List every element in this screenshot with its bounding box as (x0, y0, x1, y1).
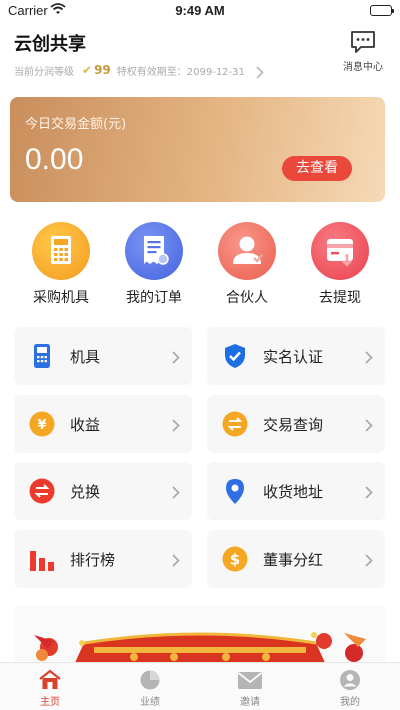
withdraw-icon (311, 222, 369, 280)
bar-chart-icon (28, 545, 56, 573)
quick-action-partner[interactable]: 合伙人 (202, 222, 292, 307)
chevron-right-icon (172, 417, 180, 436)
dollar-coin-icon: $ (221, 545, 249, 573)
tier-level: 99 (94, 63, 111, 77)
chat-bubble-icon (338, 30, 388, 54)
quick-action-label: 我的订单 (126, 290, 182, 306)
menu-label: 排行榜 (70, 551, 116, 569)
quick-action-withdraw[interactable]: 去提现 (295, 222, 385, 307)
chevron-right-icon (172, 484, 180, 503)
view-details-button[interactable]: 去查看 (282, 156, 352, 181)
yen-coin-icon: ¥ (28, 410, 56, 438)
menu-label: 机具 (70, 348, 101, 366)
menu-transaction-query[interactable]: 交易查询 (207, 395, 385, 453)
quick-action-my-orders[interactable]: 我的订单 (109, 222, 199, 307)
quick-action-purchase-terminal[interactable]: 采购机具 (16, 222, 106, 307)
menu-label: 收益 (70, 416, 101, 434)
tab-invite[interactable]: 邀请 (220, 669, 280, 708)
shield-check-icon (221, 342, 249, 370)
receipt-icon (125, 222, 183, 280)
exchange-coin-icon (221, 410, 249, 438)
pie-chart-icon (120, 669, 180, 691)
location-pin-icon (221, 477, 249, 505)
tab-label: 邀请 (240, 697, 260, 708)
quick-action-label: 去提现 (319, 290, 361, 306)
battery-icon (370, 5, 394, 16)
quick-actions: 采购机具 我的订单 合伙人 去提现 (0, 222, 400, 312)
menu-label: 收货地址 (263, 483, 324, 501)
tab-performance[interactable]: 业绩 (120, 669, 180, 708)
tab-label: 我的 (340, 697, 360, 708)
menu-leaderboard[interactable]: 排行榜 (14, 530, 192, 588)
profit-tier-row[interactable]: 当前分润等级 ✔ 99 特权有效期至：2099-12-31 (14, 62, 245, 78)
tab-label: 业绩 (140, 697, 160, 708)
mail-icon (220, 669, 280, 691)
tier-label: 当前分润等级 (14, 66, 74, 78)
menu-label: 兑换 (70, 483, 101, 501)
privilege-expiry: 特权有效期至：2099-12-31 (116, 66, 245, 78)
menu-label: 董事分红 (263, 551, 324, 569)
menu-exchange[interactable]: 兑换 (14, 462, 192, 520)
menu-label: 实名认证 (263, 348, 324, 366)
tab-label: 主页 (40, 697, 60, 708)
status-bar: Carrier 9:49 AM (0, 0, 400, 22)
bottom-tab-bar: 主页 业绩 邀请 我的 (0, 662, 400, 710)
svg-text:¥: ¥ (37, 418, 46, 433)
quick-action-label: 合伙人 (226, 290, 268, 306)
home-icon (20, 669, 80, 691)
chevron-right-icon (365, 484, 373, 503)
festive-banner-illustration (34, 632, 366, 665)
chevron-right-icon (365, 349, 373, 368)
app-title: 云创共享 (14, 34, 86, 55)
amount-label: 今日交易金额(元) (25, 117, 127, 132)
partner-icon (218, 222, 276, 280)
chevron-right-icon[interactable] (256, 64, 264, 83)
menu-real-name-verification[interactable]: 实名认证 (207, 327, 385, 385)
tab-mine[interactable]: 我的 (320, 669, 380, 708)
message-center-button[interactable]: 消息中心 (338, 30, 388, 73)
menu-earnings[interactable]: ¥ 收益 (14, 395, 192, 453)
quick-action-label: 采购机具 (33, 290, 89, 306)
chevron-right-icon (172, 349, 180, 368)
amount-value: 0.00 (25, 143, 84, 176)
tab-home[interactable]: 主页 (20, 669, 80, 708)
message-center-label: 消息中心 (343, 62, 383, 73)
calculator-icon (32, 222, 90, 280)
clock-time: 9:49 AM (175, 3, 225, 18)
menu-terminals[interactable]: 机具 (14, 327, 192, 385)
chevron-right-icon (172, 552, 180, 571)
vip-mark-icon: ✔ (82, 63, 93, 77)
pos-terminal-icon (28, 342, 56, 370)
menu-shipping-address[interactable]: 收货地址 (207, 462, 385, 520)
swap-icon (28, 477, 56, 505)
user-icon (320, 669, 380, 691)
today-transaction-card: 今日交易金额(元) 0.00 去查看 (10, 97, 385, 202)
promo-banner[interactable] (14, 605, 386, 665)
chevron-right-icon (365, 417, 373, 436)
menu-label: 交易查询 (263, 416, 324, 434)
svg-text:$: $ (230, 551, 240, 569)
chevron-right-icon (365, 552, 373, 571)
menu-director-dividend[interactable]: $ 董事分红 (207, 530, 385, 588)
